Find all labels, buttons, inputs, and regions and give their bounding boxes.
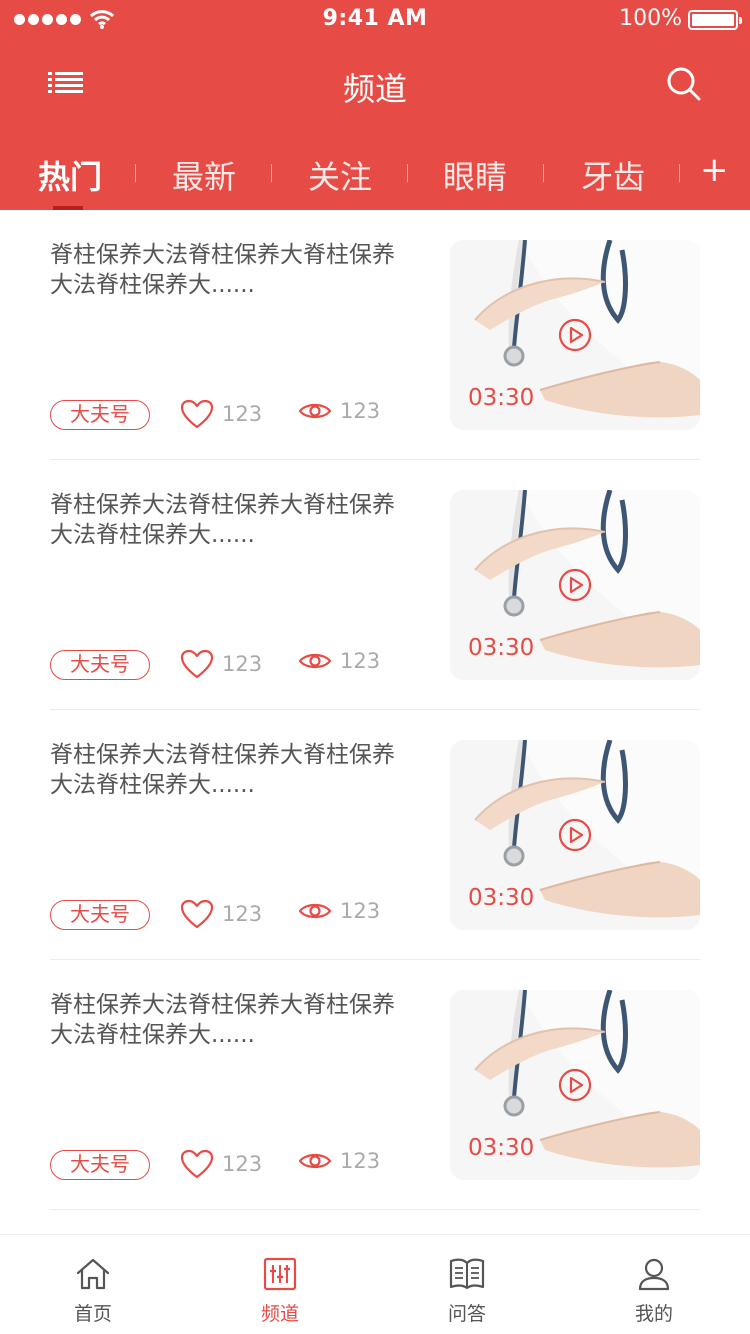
search-icon[interactable] (666, 66, 702, 102)
eye-icon (298, 1153, 332, 1169)
tab-separator (543, 164, 544, 182)
article-card[interactable]: 脊柱保养大法脊柱保养大脊柱保养大法脊柱保养大...... 大夫号 123 123 (50, 210, 700, 460)
header: 9:41 AM 100% 频道 热门 最新 关注 眼睛 牙齿 + (0, 0, 750, 210)
view-count: 123 (340, 649, 381, 673)
like-button[interactable]: 123 (180, 399, 262, 429)
like-count: 123 (222, 1152, 263, 1176)
video-duration: 03:30 (468, 1135, 535, 1161)
play-icon[interactable] (558, 568, 592, 602)
tab-separator (407, 164, 408, 182)
like-button[interactable]: 123 (180, 899, 262, 929)
menu-icon[interactable] (48, 70, 84, 98)
video-thumbnail[interactable]: 03:30 (450, 240, 700, 430)
view-count-group: 123 (298, 649, 380, 673)
tabbar-profile[interactable]: 我的 (609, 1257, 699, 1326)
like-button[interactable]: 123 (180, 649, 262, 679)
like-count: 123 (222, 402, 263, 426)
article-card[interactable]: 脊柱保养大法脊柱保养大脊柱保养大法脊柱保养大...... 大夫号 123 123 (50, 960, 700, 1210)
video-thumbnail[interactable]: 03:30 (450, 740, 700, 930)
heart-icon (180, 649, 214, 679)
tabbar-qa-label: 问答 (447, 1303, 486, 1325)
profile-icon (638, 1258, 670, 1291)
battery-percent: 100% (619, 6, 682, 31)
article-title[interactable]: 脊柱保养大法脊柱保养大脊柱保养大法脊柱保养大...... (50, 990, 395, 1050)
view-count: 123 (340, 899, 381, 923)
home-icon (76, 1258, 110, 1290)
article-title[interactable]: 脊柱保养大法脊柱保养大脊柱保养大法脊柱保养大...... (50, 490, 395, 550)
author-tag[interactable]: 大夫号 (50, 650, 150, 680)
eye-icon (298, 403, 332, 419)
tab-following[interactable]: 关注 (308, 152, 372, 198)
article-title[interactable]: 脊柱保养大法脊柱保养大脊柱保养大法脊柱保养大...... (50, 740, 395, 800)
view-count: 123 (340, 399, 381, 423)
divider (50, 1209, 700, 1210)
tab-separator (271, 164, 272, 182)
view-count-group: 123 (298, 899, 380, 923)
status-bar: 9:41 AM 100% (0, 0, 750, 40)
view-count-group: 123 (298, 1149, 380, 1173)
article-card[interactable]: 脊柱保养大法脊柱保养大脊柱保养大法脊柱保养大...... 大夫号 123 123 (50, 710, 700, 960)
video-thumbnail[interactable]: 03:30 (450, 990, 700, 1180)
author-tag[interactable]: 大夫号 (50, 900, 150, 930)
tab-separator (679, 164, 680, 182)
tab-latest[interactable]: 最新 (172, 152, 236, 198)
channel-tabs: 热门 最新 关注 眼睛 牙齿 + (0, 130, 750, 210)
like-count: 123 (222, 902, 263, 926)
author-tag[interactable]: 大夫号 (50, 1150, 150, 1180)
like-button[interactable]: 123 (180, 1149, 262, 1179)
bottom-tab-bar: 首页 频道 问答 我的 (0, 1234, 750, 1334)
page-title: 频道 (342, 70, 407, 108)
article-title[interactable]: 脊柱保养大法脊柱保养大脊柱保养大法脊柱保养大...... (50, 240, 395, 300)
like-count: 123 (222, 652, 263, 676)
tabbar-channel[interactable]: 频道 (235, 1257, 325, 1326)
tab-hot[interactable]: 热门 (38, 152, 102, 198)
view-count-group: 123 (298, 399, 380, 423)
tab-eyes[interactable]: 眼睛 (443, 152, 507, 198)
nav-bar: 频道 (0, 40, 750, 130)
channel-icon (263, 1257, 297, 1291)
video-thumbnail[interactable]: 03:30 (450, 490, 700, 680)
qa-icon (449, 1258, 485, 1290)
tab-separator (135, 164, 136, 182)
battery-icon (688, 10, 742, 30)
tab-teeth[interactable]: 牙齿 (581, 152, 645, 198)
play-icon[interactable] (558, 318, 592, 352)
eye-icon (298, 653, 332, 669)
tabbar-channel-label: 频道 (260, 1303, 299, 1325)
heart-icon (180, 1149, 214, 1179)
tabbar-home[interactable]: 首页 (48, 1257, 138, 1326)
eye-icon (298, 903, 332, 919)
article-card[interactable]: 脊柱保养大法脊柱保养大脊柱保养大法脊柱保养大...... 大夫号 123 123 (50, 460, 700, 710)
play-icon[interactable] (558, 1068, 592, 1102)
tabbar-profile-label: 我的 (634, 1303, 673, 1325)
author-tag[interactable]: 大夫号 (50, 400, 150, 430)
tabbar-qa[interactable]: 问答 (422, 1257, 512, 1326)
tabbar-home-label: 首页 (73, 1303, 112, 1325)
video-duration: 03:30 (468, 635, 535, 661)
view-count: 123 (340, 1149, 381, 1173)
heart-icon (180, 399, 214, 429)
heart-icon (180, 899, 214, 929)
video-duration: 03:30 (468, 885, 535, 911)
video-duration: 03:30 (468, 385, 535, 411)
add-channel-button[interactable]: + (700, 150, 729, 190)
play-icon[interactable] (558, 818, 592, 852)
